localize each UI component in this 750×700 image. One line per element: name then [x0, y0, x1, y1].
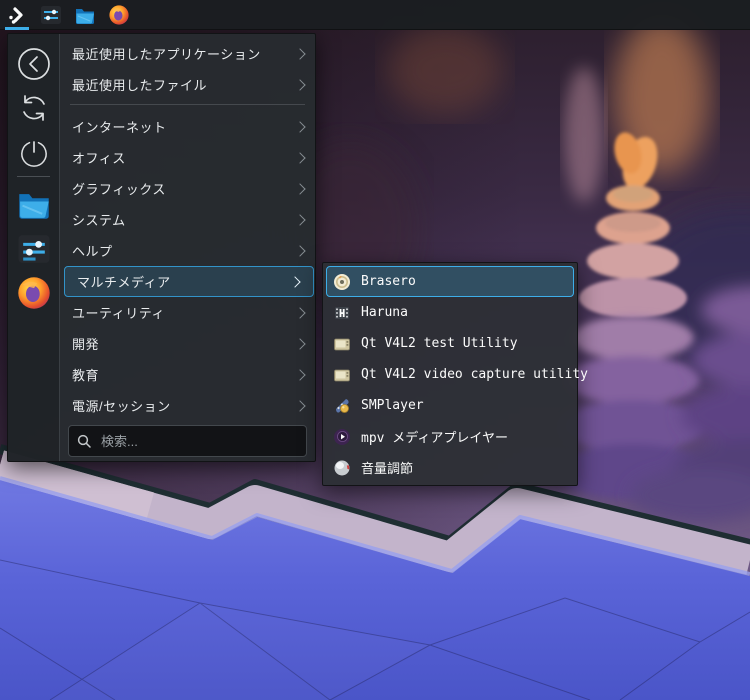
- search-box: [68, 425, 307, 457]
- category-label: 電源/セッション: [72, 399, 171, 414]
- menu-separator: [70, 104, 305, 105]
- application-launcher-menu: 最近使用したアプリケーション 最近使用したファイル インターネット オフィス グ…: [7, 33, 316, 462]
- folder-icon: [76, 8, 94, 24]
- chevron-right-icon: [294, 213, 306, 226]
- back-button[interactable]: [8, 44, 59, 84]
- category-label: オフィス: [72, 151, 126, 166]
- submenu-item-haruna[interactable]: Haruna: [326, 297, 574, 328]
- v4l2-tv-icon: [334, 369, 350, 381]
- mpv-icon: [334, 428, 350, 445]
- category-label: マルチメディア: [77, 275, 171, 290]
- smplayer-icon: [336, 398, 349, 413]
- category-multimedia[interactable]: マルチメディア: [64, 266, 314, 297]
- firefox-icon: [109, 4, 129, 25]
- taskbar-firefox[interactable]: [102, 0, 136, 30]
- launcher-category-list: 最近使用したアプリケーション 最近使用したファイル インターネット オフィス グ…: [60, 34, 315, 461]
- kde-launcher-icon: [9, 6, 23, 24]
- category-label: システム: [72, 213, 126, 228]
- search-icon: [77, 434, 91, 448]
- active-task-indicator: [5, 26, 29, 30]
- category-help[interactable]: ヘルプ: [60, 235, 318, 266]
- submenu-item-label: 音量調節: [361, 462, 414, 477]
- submenu-item-qt-v4l2-capture[interactable]: Qt V4L2 video capture utility: [326, 359, 588, 390]
- shutdown-icon: [20, 141, 47, 167]
- top-panel: [0, 0, 750, 30]
- category-label: 教育: [72, 368, 100, 383]
- submenu-item-label: Brasero: [361, 274, 416, 289]
- v4l2-tv-icon: [334, 338, 350, 350]
- taskbar-file-manager[interactable]: [68, 0, 102, 30]
- chevron-right-icon: [294, 78, 306, 91]
- category-label: インターネット: [72, 120, 167, 135]
- chevron-right-icon: [294, 182, 306, 195]
- haruna-player-icon: [335, 306, 349, 319]
- submenu-item-label: Qt V4L2 video capture utility: [361, 367, 588, 382]
- submenu-item-smplayer[interactable]: SMPlayer: [326, 390, 574, 421]
- menu-item-label: 最近使用したファイル: [72, 78, 208, 93]
- category-internet[interactable]: インターネット: [60, 111, 318, 142]
- chevron-right-icon: [294, 244, 306, 257]
- search-input[interactable]: [99, 432, 298, 450]
- category-office[interactable]: オフィス: [60, 142, 318, 173]
- volume-sphere-icon: [334, 460, 350, 475]
- brasero-disc-icon: [334, 273, 350, 290]
- sidebar-separator: [17, 176, 50, 177]
- restart-icon: [22, 95, 45, 121]
- chevron-right-icon: [289, 275, 301, 288]
- taskbar-app-launcher[interactable]: [0, 0, 34, 30]
- category-education[interactable]: 教育: [60, 359, 318, 390]
- chevron-right-icon: [294, 306, 306, 319]
- category-label: グラフィックス: [72, 182, 166, 197]
- category-development[interactable]: 開発: [60, 328, 318, 359]
- chevron-right-icon: [294, 151, 306, 164]
- submenu-item-label: Haruna: [361, 305, 408, 320]
- submenu-item-label: SMPlayer: [361, 398, 424, 413]
- settings-sliders-icon: [18, 235, 49, 263]
- menu-item-recent-applications[interactable]: 最近使用したアプリケーション: [60, 38, 318, 69]
- menu-item-label: 最近使用したアプリケーション: [72, 47, 261, 62]
- folder-icon: [18, 194, 49, 219]
- chevron-right-icon: [294, 337, 306, 350]
- submenu-item-brasero[interactable]: Brasero: [326, 266, 574, 297]
- taskbar-system-settings[interactable]: [34, 0, 68, 30]
- submenu-item-mpv[interactable]: mpv メディアプレイヤー: [326, 421, 574, 452]
- chevron-right-icon: [294, 47, 306, 60]
- favorite-file-manager[interactable]: [8, 184, 59, 224]
- category-label: 開発: [72, 337, 100, 352]
- submenu-item-qt-v4l2-test[interactable]: Qt V4L2 test Utility: [326, 328, 574, 359]
- chevron-right-icon: [294, 120, 306, 133]
- firefox-icon: [17, 277, 50, 309]
- launcher-sidebar: [8, 34, 60, 461]
- shutdown-button[interactable]: [8, 133, 59, 173]
- category-label: ヘルプ: [72, 244, 113, 259]
- chevron-right-icon: [294, 399, 306, 412]
- settings-sliders-icon: [41, 5, 61, 24]
- category-utilities[interactable]: ユーティリティ: [60, 297, 318, 328]
- category-label: ユーティリティ: [72, 306, 165, 321]
- submenu-item-volume-control[interactable]: 音量調節: [326, 452, 574, 483]
- category-power-session[interactable]: 電源/セッション: [60, 390, 318, 421]
- multimedia-submenu: Brasero Haruna Qt V4L2 test Utility Qt V…: [322, 262, 588, 486]
- chevron-right-icon: [294, 368, 306, 381]
- category-graphics[interactable]: グラフィックス: [60, 173, 318, 204]
- back-icon: [17, 48, 50, 80]
- restart-button[interactable]: [8, 88, 59, 128]
- submenu-item-label: mpv メディアプレイヤー: [361, 431, 509, 446]
- favorite-firefox[interactable]: [8, 273, 59, 313]
- category-system[interactable]: システム: [60, 204, 318, 235]
- menu-item-recent-files[interactable]: 最近使用したファイル: [60, 69, 318, 100]
- submenu-item-label: Qt V4L2 test Utility: [361, 336, 518, 351]
- favorite-system-settings[interactable]: [8, 229, 59, 269]
